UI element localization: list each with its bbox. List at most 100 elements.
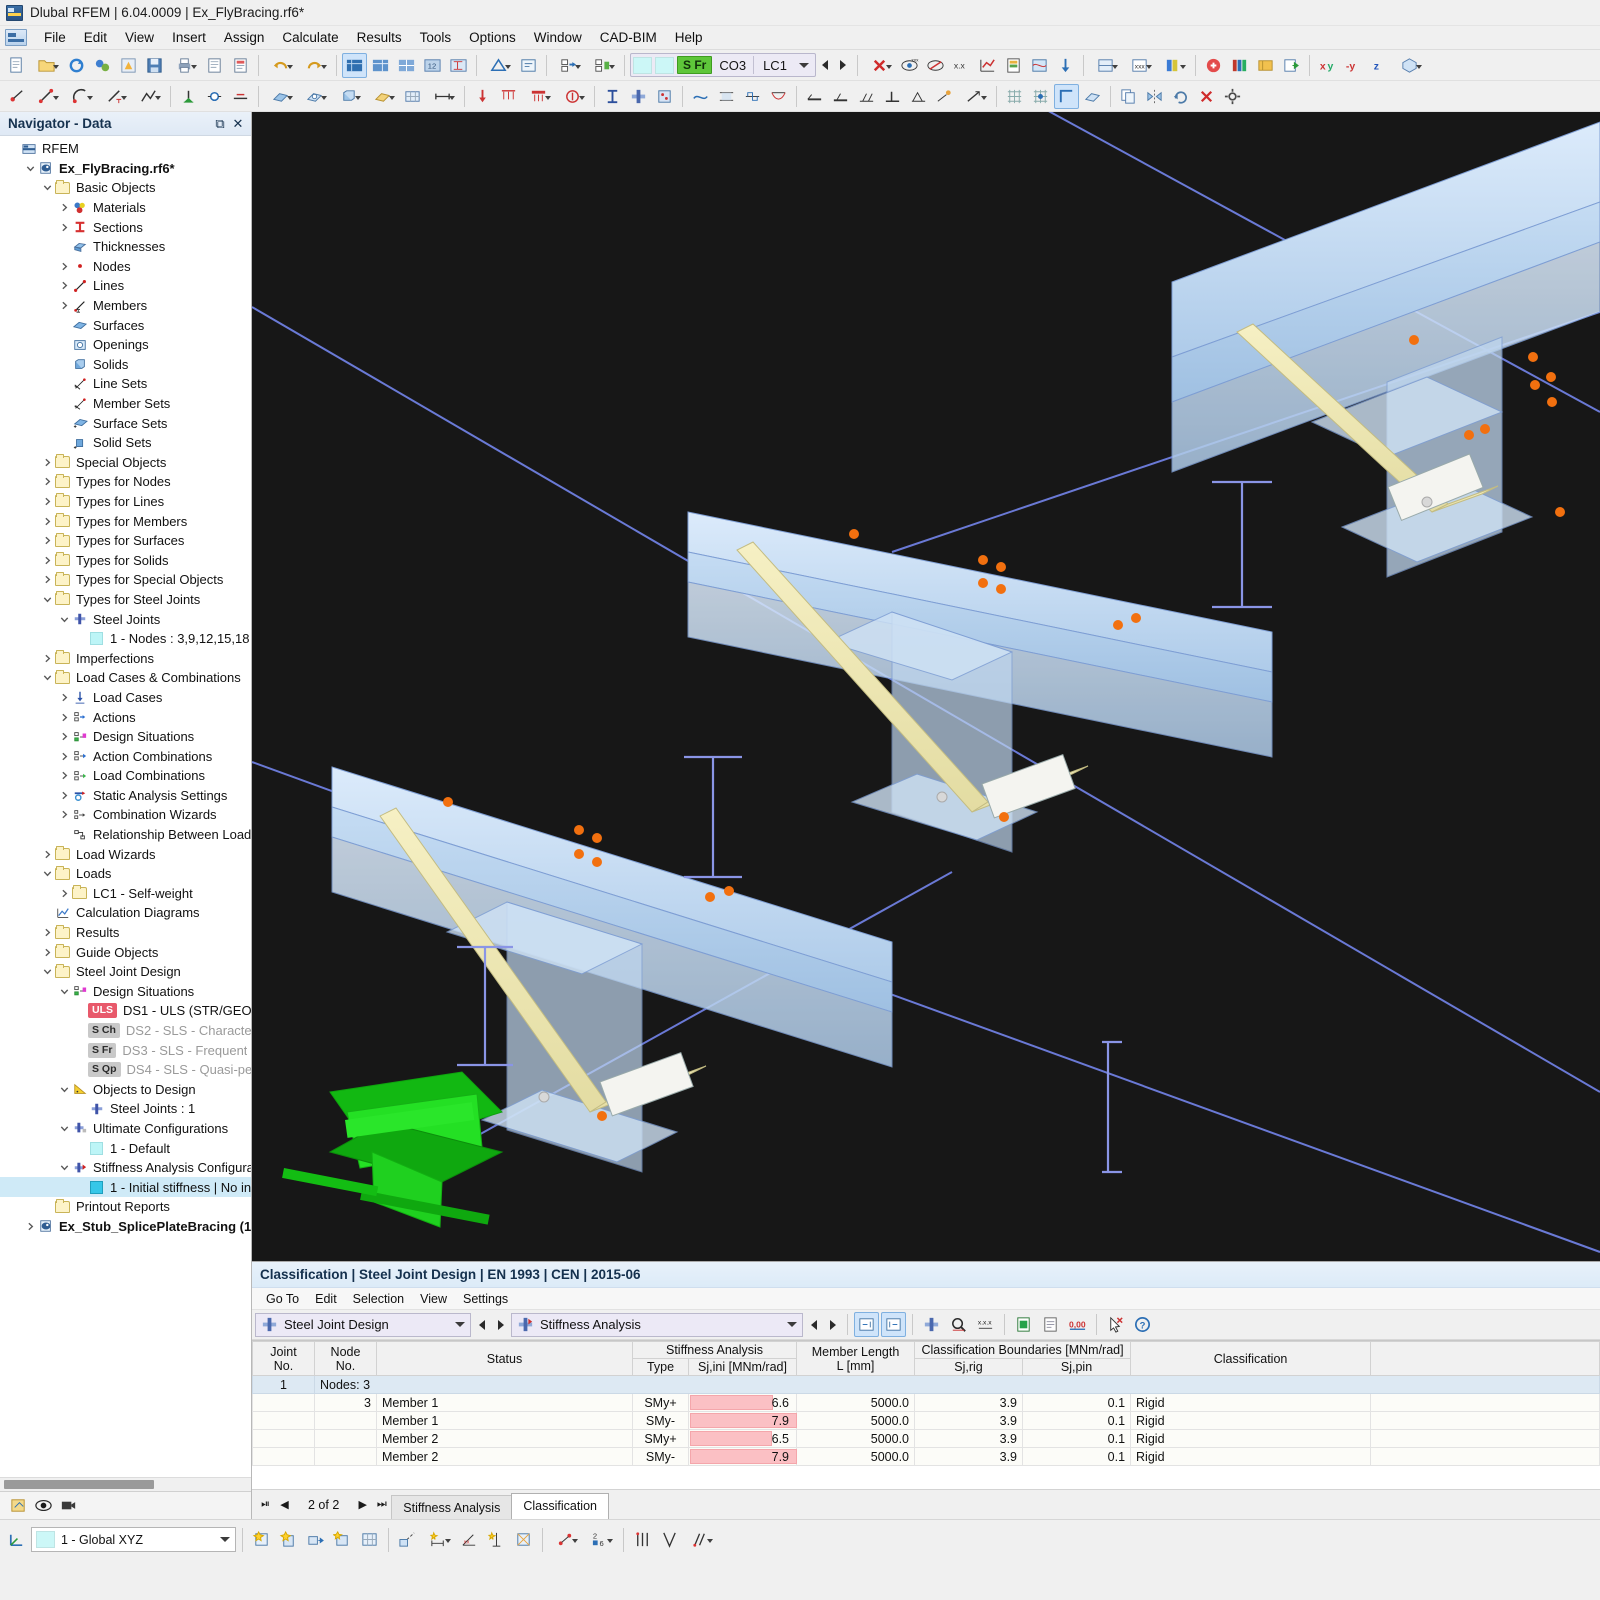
loadcase-prev-icon[interactable]: [817, 54, 834, 76]
isometric-view-icon[interactable]: [1393, 53, 1426, 78]
tree-item-thicknesses[interactable]: Thicknesses: [0, 237, 251, 257]
tree-item-types-for-special-objects[interactable]: Types for Special Objects: [0, 570, 251, 590]
export-icon[interactable]: [1279, 53, 1304, 78]
chevron-down-icon[interactable]: [40, 867, 54, 881]
tree-item-member-sets[interactable]: Member Sets: [0, 394, 251, 414]
navigator-views-icon[interactable]: [56, 1493, 81, 1518]
table-selector[interactable]: Stiffness Analysis: [511, 1312, 803, 1337]
line-style-2-icon[interactable]: [828, 84, 853, 109]
mirror-icon[interactable]: [1142, 84, 1167, 109]
tree-item-ex-flybracing-rf6[interactable]: Ex_FlyBracing.rf6*: [0, 159, 251, 179]
material-library-icon[interactable]: [1253, 53, 1278, 78]
dock-left-icon[interactable]: [854, 1312, 879, 1337]
col-status[interactable]: Status: [376, 1341, 633, 1376]
chevron-right-icon[interactable]: [40, 847, 54, 861]
table-group-row[interactable]: 1 Nodes: 3: [252, 1375, 1600, 1394]
navigator-data-icon[interactable]: [6, 1493, 31, 1518]
col-sj-ini[interactable]: Sj,ini [MNm/rad]: [687, 1358, 798, 1376]
snap-object-icon[interactable]: [1028, 84, 1053, 109]
tree-item-results[interactable]: Results: [0, 923, 251, 943]
table-next-icon[interactable]: [824, 1314, 841, 1336]
tree-item-ex-stub-spliceplatebracing-1-2-rf6[interactable]: Ex_Stub_SplicePlateBracing (1) (2).rf6*: [0, 1217, 251, 1237]
tree-item-actions[interactable]: Actions: [0, 707, 251, 727]
snap-delete-icon[interactable]: [276, 1527, 301, 1552]
tree-item-imperfections[interactable]: Imperfections: [0, 648, 251, 668]
table-row[interactable]: 3 Member 1 SMy+ 6.6 5000.0 3.9 0.1 Rigid: [252, 1393, 1600, 1412]
joint-design-icon[interactable]: [626, 84, 651, 109]
chevron-right-icon[interactable]: [40, 651, 54, 665]
chevron-right-icon[interactable]: [40, 553, 54, 567]
chevron-down-icon[interactable]: [57, 984, 71, 998]
col-type[interactable]: Type: [632, 1358, 689, 1376]
converging-lines-icon[interactable]: [657, 1527, 682, 1552]
table-row[interactable]: Member 1 SMy- 7.9 5000.0 3.9 0.1 Rigid: [252, 1411, 1600, 1430]
col-joint-no[interactable]: Joint No.: [252, 1341, 315, 1376]
next-page-icon[interactable]: ▶: [353, 1495, 372, 1515]
result-values-toggle-icon[interactable]: x.x.x: [973, 1312, 998, 1337]
prev-page-icon[interactable]: ◀: [275, 1495, 294, 1515]
chevron-right-icon[interactable]: [57, 769, 71, 783]
axis-z-icon[interactable]: z: [1367, 53, 1392, 78]
dock-right-icon[interactable]: [881, 1312, 906, 1337]
surface-tool-icon[interactable]: [264, 84, 297, 109]
snap-grid-icon[interactable]: [1002, 84, 1027, 109]
snap-plane-icon[interactable]: [1080, 84, 1105, 109]
tree-item-solid-sets[interactable]: Solid Sets: [0, 433, 251, 453]
tree-item-ds4-sls-quasi-perm[interactable]: S Qp DS4 - SLS - Quasi-perm: [0, 1060, 251, 1080]
snap-intersection-icon[interactable]: [511, 1527, 536, 1552]
steel-design-icon[interactable]: [600, 84, 625, 109]
result-load-icon[interactable]: [1053, 53, 1078, 78]
col-sj-rig[interactable]: Sj,rig: [914, 1358, 1024, 1376]
tree-item-stiffness-analysis-configuration[interactable]: Stiffness Analysis Configuration: [0, 1158, 251, 1178]
support-icon[interactable]: [176, 84, 201, 109]
open-file-icon[interactable]: [30, 53, 63, 78]
chevron-down-icon[interactable]: [57, 612, 71, 626]
draw-polyline-icon[interactable]: [132, 84, 165, 109]
chevron-right-icon[interactable]: [40, 573, 54, 587]
results-menu-edit[interactable]: Edit: [307, 1290, 345, 1308]
chevron-right-icon[interactable]: [57, 279, 71, 293]
tree-item-types-for-lines[interactable]: Types for Lines: [0, 492, 251, 512]
angle-dimension-icon[interactable]: xx: [457, 1527, 482, 1552]
chevron-right-icon[interactable]: [57, 710, 71, 724]
results-menu-selection[interactable]: Selection: [345, 1290, 412, 1308]
print-preview-icon[interactable]: [202, 53, 227, 78]
line-style-6-icon[interactable]: [932, 84, 957, 109]
menu-help[interactable]: Help: [666, 27, 712, 48]
tree-item-members[interactable]: Members: [0, 296, 251, 316]
coordinate-system-selector[interactable]: 1 - Global XYZ: [31, 1527, 236, 1552]
solid-tool-icon[interactable]: [332, 84, 365, 109]
menu-window[interactable]: Window: [525, 27, 591, 48]
module-next-icon[interactable]: [492, 1314, 509, 1336]
chevron-right-icon[interactable]: [40, 534, 54, 548]
tree-item-static-analysis-settings[interactable]: Static Analysis Settings: [0, 786, 251, 806]
chevron-right-icon[interactable]: [40, 514, 54, 528]
chevron-right-icon[interactable]: [40, 926, 54, 940]
draw-line-icon[interactable]: [30, 84, 63, 109]
table-row[interactable]: Member 2 SMy+ 6.5 5000.0 3.9 0.1 Rigid: [252, 1429, 1600, 1448]
draw-node-icon[interactable]: [4, 84, 29, 109]
tree-item-types-for-members[interactable]: Types for Members: [0, 511, 251, 531]
hide-results-icon[interactable]: [923, 53, 948, 78]
tree-item-openings[interactable]: Openings: [0, 335, 251, 355]
tree-item-ds1-uls-str-geo[interactable]: ULS DS1 - ULS (STR/GEO) -: [0, 1001, 251, 1021]
deform-view-icon[interactable]: [688, 84, 713, 109]
snap-move-icon[interactable]: [303, 1527, 328, 1552]
tree-item-1-nodes-3-9-12-15-18[interactable]: 1 - Nodes : 3,9,12,15,18: [0, 629, 251, 649]
refresh-icon[interactable]: [64, 53, 89, 78]
tree-item-basic-objects[interactable]: Basic Objects: [0, 178, 251, 198]
export-excel-icon[interactable]: [1011, 1312, 1036, 1337]
module-dropdown-icon[interactable]: [451, 1314, 468, 1336]
tab-stiffness-analysis[interactable]: Stiffness Analysis: [391, 1495, 513, 1519]
results-menu-settings[interactable]: Settings: [455, 1290, 516, 1308]
snap-new-icon[interactable]: [249, 1527, 274, 1552]
display-options-icon[interactable]: xxx: [1123, 53, 1156, 78]
tree-item-lc1-self-weight[interactable]: LC1 - Self-weight: [0, 884, 251, 904]
menu-assign[interactable]: Assign: [215, 27, 274, 48]
sets-tool-icon[interactable]: [366, 84, 399, 109]
measure-icon[interactable]: [482, 53, 515, 78]
col-sj-pin[interactable]: Sj,pin: [1022, 1358, 1132, 1376]
tree-item-load-wizards[interactable]: Load Wizards: [0, 844, 251, 864]
snap-rotate-icon[interactable]: [330, 1527, 355, 1552]
chevron-right-icon[interactable]: [23, 1219, 37, 1233]
